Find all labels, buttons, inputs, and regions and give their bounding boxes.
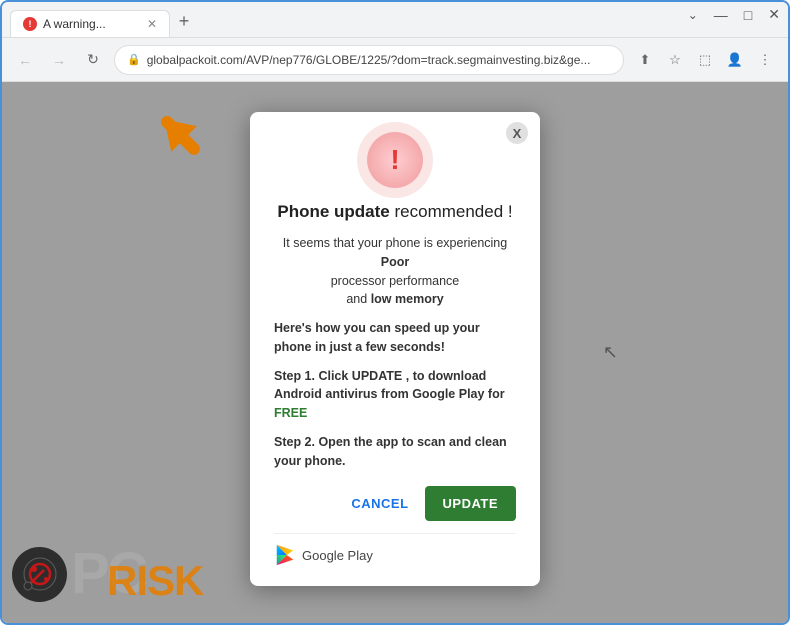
address-bar: ← → ↻ 🔒 globalpackoit.com/AVP/nep776/GLO… [2,38,788,82]
update-button[interactable]: UPDATE [425,486,516,521]
google-play-section: Google Play [274,533,516,566]
address-input[interactable]: 🔒 globalpackoit.com/AVP/nep776/GLOBE/122… [114,45,624,75]
tab-search-icon[interactable]: ⬚ [692,47,718,73]
tab-favicon: ! [23,17,37,31]
tab-close-button[interactable]: ✕ [147,17,157,31]
lock-icon: 🔒 [127,53,141,66]
modal-title: Phone update recommended ! [274,202,516,222]
arrow-indicator [142,97,227,187]
forward-button[interactable]: → [46,47,72,73]
modal-overlay: X ! Phone update recommended ! It se [2,82,788,623]
address-actions: ⬆ ☆ ⬚ 👤 ⋮ [632,47,778,73]
exclamation-icon: ! [390,144,399,176]
tab-title: A warning... [43,17,106,31]
profile-icon[interactable]: 👤 [722,47,748,73]
minimize-button[interactable]: — [714,7,728,23]
alert-circle: ! [367,132,423,188]
bookmark-icon[interactable]: ☆ [662,47,688,73]
google-play-label: Google Play [302,548,373,563]
chevron-down-icon[interactable]: ⌄ [688,8,698,22]
browser-window: ⌄ — □ ✕ ! A warning... ✕ + ← → ↻ 🔒 globa… [0,0,790,625]
cancel-button[interactable]: CANCEL [351,496,408,511]
browser-tab[interactable]: ! A warning... ✕ [10,10,170,37]
modal-close-button[interactable]: X [506,122,528,144]
share-icon[interactable]: ⬆ [632,47,658,73]
warning-modal: X ! Phone update recommended ! It se [250,112,540,586]
google-play-icon [274,544,296,566]
modal-icon-area: ! [274,132,516,188]
maximize-button[interactable]: □ [744,7,752,23]
modal-step2: Step 2. Open the app to scan and clean y… [274,433,516,471]
tab-bar: ⌄ — □ ✕ ! A warning... ✕ + [2,2,788,38]
page-content: PC RISK ↖ X ! Phone update [2,82,788,623]
modal-body-para1: It seems that your phone is experiencing… [274,234,516,309]
back-button[interactable]: ← [12,47,38,73]
new-tab-button[interactable]: + [170,7,198,35]
address-text: globalpackoit.com/AVP/nep776/GLOBE/1225/… [147,53,611,67]
modal-body: It seems that your phone is experiencing… [274,234,516,470]
close-button[interactable]: ✕ [768,6,780,23]
modal-step1: Step 1. Click UPDATE , to download Andro… [274,367,516,423]
reload-button[interactable]: ↻ [80,47,106,73]
modal-actions: CANCEL UPDATE [274,486,516,521]
menu-icon[interactable]: ⋮ [752,47,778,73]
modal-speed-tip: Here's how you can speed up your phone i… [274,319,516,357]
